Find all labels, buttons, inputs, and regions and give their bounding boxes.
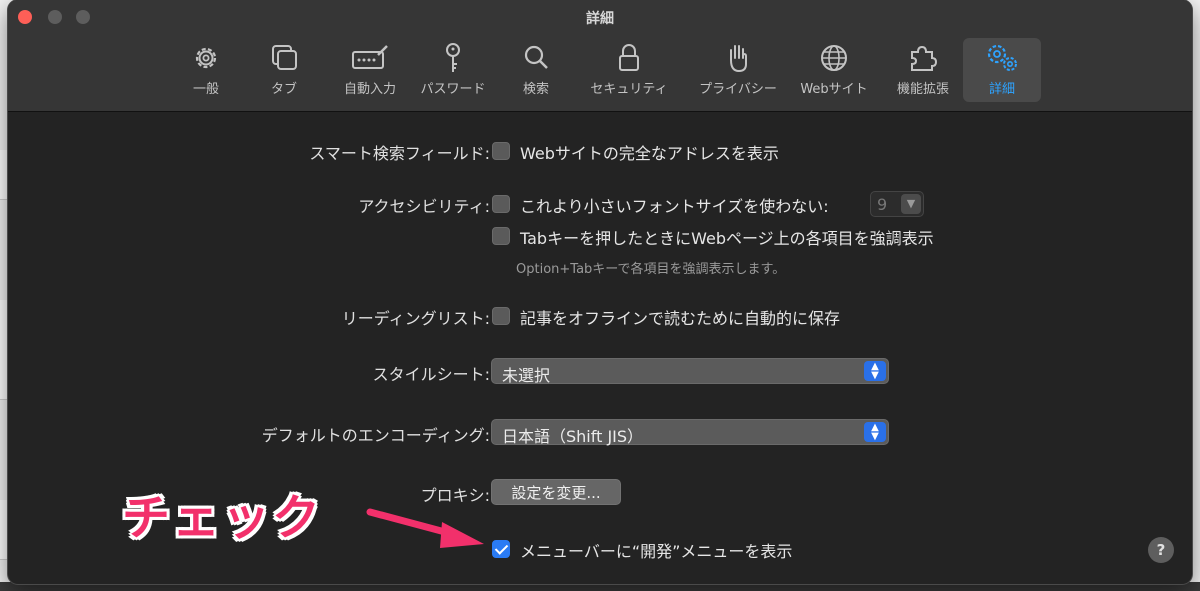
- stylesheet-value: 未選択: [502, 366, 551, 385]
- reading-list-label: リーディングリスト:: [341, 309, 490, 328]
- save-offline-checkbox[interactable]: [492, 307, 510, 325]
- tab-extensions-label: 機能拡張: [896, 82, 949, 97]
- encoding-value: 日本語（Shift JIS）: [502, 427, 644, 446]
- stylesheet-popup[interactable]: 未選択 ▲ ▼: [491, 358, 889, 385]
- search-icon: [524, 45, 548, 69]
- tab-security-label: セキュリティ: [590, 82, 668, 97]
- tab-passwords[interactable]: パスワード: [410, 38, 496, 102]
- tab-autofill[interactable]: 自動入力: [332, 38, 408, 102]
- tab-highlight-checkbox[interactable]: [492, 227, 510, 245]
- tabs-icon: [272, 45, 297, 70]
- tab-websites[interactable]: Webサイト: [794, 38, 874, 102]
- tab-advanced[interactable]: 詳細: [963, 38, 1041, 102]
- window-title: 詳細: [586, 11, 614, 27]
- gears-icon: [987, 44, 1017, 71]
- smart-search-label: スマート検索フィールド:: [309, 144, 490, 163]
- autofill-icon: [352, 45, 388, 69]
- tab-general-label: 一般: [192, 82, 219, 97]
- hand-icon: [730, 45, 747, 73]
- tab-advanced-label: 詳細: [988, 82, 1015, 97]
- show-develop-menu-checkbox[interactable]: [492, 540, 510, 558]
- tab-highlight-hint: Option+Tabキーで各項目を強調表示します。: [516, 262, 786, 277]
- accessibility-label: アクセシビリティ:: [358, 197, 490, 216]
- tab-websites-label: Webサイト: [800, 82, 868, 97]
- chevron-down-icon: ▼: [901, 194, 921, 214]
- tab-tabs-label: タブ: [270, 82, 297, 97]
- font-size-select[interactable]: 9 ▼: [870, 191, 924, 217]
- stylesheet-label: スタイルシート:: [372, 365, 490, 384]
- tab-search[interactable]: 検索: [506, 38, 566, 102]
- popup-chevrons-icon: ▲ ▼: [864, 361, 886, 381]
- tab-highlight-label: Tabキーを押したときにWebページ上の各項目を強調表示: [520, 229, 934, 248]
- annotation-arrow: [366, 508, 484, 548]
- globe-icon: [821, 45, 847, 71]
- key-icon: [446, 43, 460, 72]
- encoding-popup[interactable]: 日本語（Shift JIS） ▲ ▼: [491, 419, 889, 446]
- change-proxy-settings-button[interactable]: 設定を変更...: [491, 479, 621, 505]
- show-full-address-checkbox[interactable]: [492, 142, 510, 160]
- lock-icon: [619, 44, 639, 71]
- show-full-address-label: Webサイトの完全なアドレスを表示: [520, 144, 779, 163]
- puzzle-icon: [911, 45, 938, 71]
- show-develop-menu-label: メニューバーに“開発”メニューを表示: [520, 542, 793, 561]
- help-button[interactable]: ?: [1148, 537, 1174, 563]
- tab-privacy-label: プライバシー: [699, 82, 777, 97]
- annotation-text: チェック: [122, 490, 323, 546]
- titlebar: 詳細 一般 タブ 自動入力 パスワード 検索 セキュリティ プライバシー Web…: [8, 0, 1192, 112]
- min-font-size-checkbox[interactable]: [492, 195, 510, 213]
- font-size-value: 9: [877, 195, 888, 214]
- save-offline-label: 記事をオフラインで読むために自動的に保存: [520, 309, 841, 328]
- tab-security[interactable]: セキュリティ: [582, 38, 676, 102]
- tab-privacy[interactable]: プライバシー: [688, 38, 788, 102]
- tab-search-label: 検索: [522, 82, 549, 97]
- tab-extensions[interactable]: 機能拡張: [888, 38, 958, 102]
- tab-tabs[interactable]: タブ: [254, 38, 314, 102]
- popup-chevrons-icon: ▲ ▼: [864, 422, 886, 442]
- preferences-toolbar: 一般 タブ 自動入力 パスワード 検索 セキュリティ プライバシー Webサイト…: [8, 38, 1192, 104]
- gear-icon: [195, 47, 217, 69]
- tab-autofill-label: 自動入力: [343, 82, 396, 97]
- tab-general[interactable]: 一般: [176, 38, 236, 102]
- min-font-size-label: これより小さいフォントサイズを使わない:: [520, 197, 829, 216]
- encoding-label: デフォルトのエンコーディング:: [261, 426, 490, 445]
- tab-passwords-label: パスワード: [420, 82, 486, 97]
